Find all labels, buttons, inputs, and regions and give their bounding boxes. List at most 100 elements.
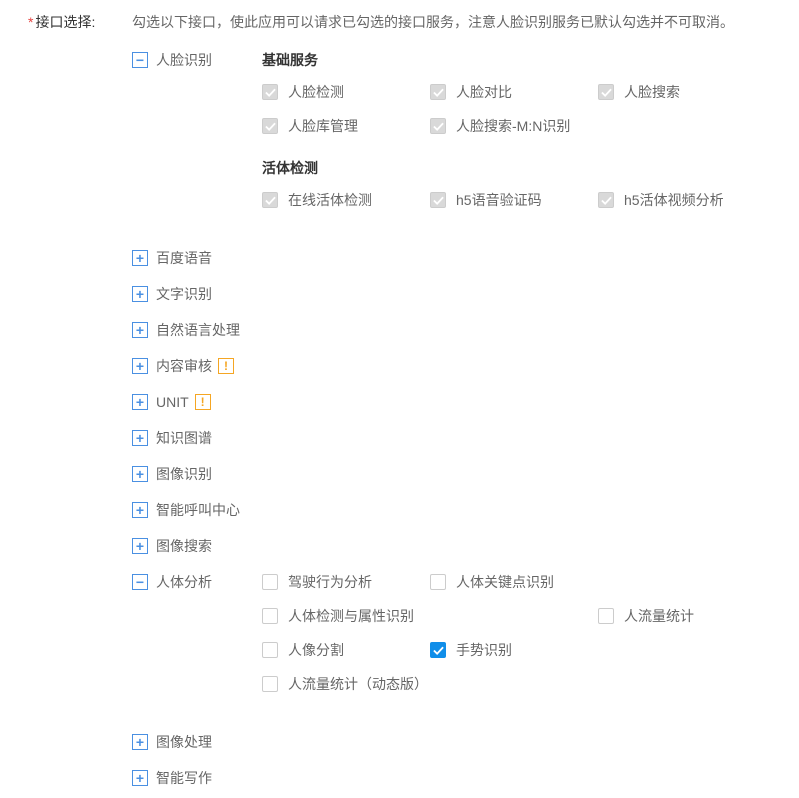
checkbox [262,192,278,208]
category-name: 文字识别 [156,284,212,304]
option-label: 人脸对比 [456,82,512,102]
option-item: 人脸库管理 [262,116,430,136]
option-item: 人流量统计 [598,606,766,626]
category-12: + 智能写作 [132,768,771,788]
option-label: h5活体视频分析 [624,190,724,210]
category-body: 驾驶行为分析 人体关键点识别人体检测与属性识别 人流量统计人像分割 手势识别人流量统计… [262,572,771,716]
checkbox[interactable] [262,574,278,590]
category-name: 图像搜索 [156,536,212,556]
category-11: +图像处理 [132,732,771,752]
option-item: 人流量统计（动态版） [262,674,598,694]
option-item: 手势识别 [430,640,598,660]
checkbox [430,118,446,134]
category-body: 基础服务人脸检测人脸对比人脸搜索人脸库管理人脸搜索-M:N识别活体检测在线活体检… [262,50,771,232]
expand-icon[interactable]: + [132,286,148,302]
option-item: 人像分割 [262,640,430,660]
checkbox[interactable] [262,676,278,692]
warning-icon: ! [218,358,234,374]
category-6: + 知识图谱 [132,428,771,448]
expand-icon[interactable]: + [132,430,148,446]
category-header: + UNIT! [132,392,262,412]
option-item: 人脸搜索 [598,82,766,102]
expand-icon[interactable]: + [132,322,148,338]
checkbox [262,118,278,134]
option-item: 驾驶行为分析 [262,572,430,592]
category-header: + 智能写作 [132,768,262,788]
checkbox[interactable] [598,608,614,624]
expand-icon[interactable]: + [132,394,148,410]
category-header: + 知识图谱 [132,428,262,448]
field-content: 勾选以下接口，使此应用可以请求已勾选的接口服务，注意人脸识别服务已默认勾选并不可… [132,10,771,788]
option-label: 驾驶行为分析 [288,572,372,592]
category-header: +内容审核! [132,356,262,376]
checkbox[interactable] [262,608,278,624]
checkbox[interactable] [262,642,278,658]
category-1: + 百度语音 [132,248,771,268]
category-name: 知识图谱 [156,428,212,448]
category-header: + 图像搜索 [132,536,262,556]
checkbox[interactable] [430,642,446,658]
category-5: + UNIT! [132,392,771,412]
option-label: 人脸检测 [288,82,344,102]
category-header: + 百度语音 [132,248,262,268]
expand-icon[interactable]: + [132,734,148,750]
option-label: 人流量统计（动态版） [288,674,428,694]
expand-icon[interactable]: + [132,770,148,786]
option-grid: 驾驶行为分析 人体关键点识别人体检测与属性识别 人流量统计人像分割 手势识别人流量统计… [262,572,771,708]
option-item: h5活体视频分析 [598,190,766,210]
option-item: 人体关键点识别 [430,572,598,592]
group-title: 活体检测 [262,158,771,178]
option-label: 人脸库管理 [288,116,358,136]
option-label: 手势识别 [456,640,512,660]
category-0: −人脸识别基础服务人脸检测人脸对比人脸搜索人脸库管理人脸搜索-M:N识别活体检测… [132,50,771,232]
category-3: + 自然语言处理 [132,320,771,340]
option-label: 人体关键点识别 [456,572,554,592]
option-item: 人脸搜索-M:N识别 [430,116,598,136]
checkbox[interactable] [430,574,446,590]
category-header: + 图像识别 [132,464,262,484]
category-10: −人体分析 驾驶行为分析 人体关键点识别人体检测与属性识别 人流量统计人像分割 手势识别… [132,572,771,716]
option-item: h5语音验证码 [430,190,598,210]
category-2: + 文字识别 [132,284,771,304]
checkbox [262,84,278,100]
category-name: 智能呼叫中心 [156,500,240,520]
checkbox [598,84,614,100]
label-text: 接口选择: [35,14,95,30]
option-label: 人像分割 [288,640,344,660]
option-item: 人脸对比 [430,82,598,102]
category-4: +内容审核! [132,356,771,376]
expand-icon[interactable]: + [132,250,148,266]
category-name: 百度语音 [156,248,212,268]
option-label: 人体检测与属性识别 [288,606,414,626]
option-item: 人脸检测 [262,82,430,102]
option-label: 在线活体检测 [288,190,372,210]
category-name: 智能写作 [156,768,212,788]
category-header: +图像处理 [132,732,262,752]
checkbox [430,192,446,208]
option-label: 人脸搜索 [624,82,680,102]
category-8: + 智能呼叫中心 [132,500,771,520]
option-item: 在线活体检测 [262,190,430,210]
category-header: + 智能呼叫中心 [132,500,262,520]
expand-icon[interactable]: + [132,466,148,482]
expand-icon[interactable]: + [132,538,148,554]
warning-icon: ! [195,394,211,410]
category-header: + 文字识别 [132,284,262,304]
api-selection-row: *接口选择: 勾选以下接口，使此应用可以请求已勾选的接口服务，注意人脸识别服务已… [28,10,771,788]
option-label: h5语音验证码 [456,190,542,210]
description-text: 勾选以下接口，使此应用可以请求已勾选的接口服务，注意人脸识别服务已默认勾选并不可… [132,10,771,34]
expand-icon[interactable]: + [132,502,148,518]
category-name: 自然语言处理 [156,320,240,340]
option-grid: 人脸检测 人脸对比 人脸搜索人脸库管理 人脸搜索-M:N识别 [262,82,771,150]
category-name: 人脸识别 [156,50,212,70]
option-item: 人体检测与属性识别 [262,606,598,626]
checkbox [598,192,614,208]
required-asterisk: * [28,14,33,30]
category-name: 图像识别 [156,464,212,484]
collapse-icon[interactable]: − [132,574,148,590]
collapse-icon[interactable]: − [132,52,148,68]
category-name: UNIT [156,392,189,412]
field-label: *接口选择: [28,10,132,34]
category-name: 人体分析 [156,572,212,592]
expand-icon[interactable]: + [132,358,148,374]
